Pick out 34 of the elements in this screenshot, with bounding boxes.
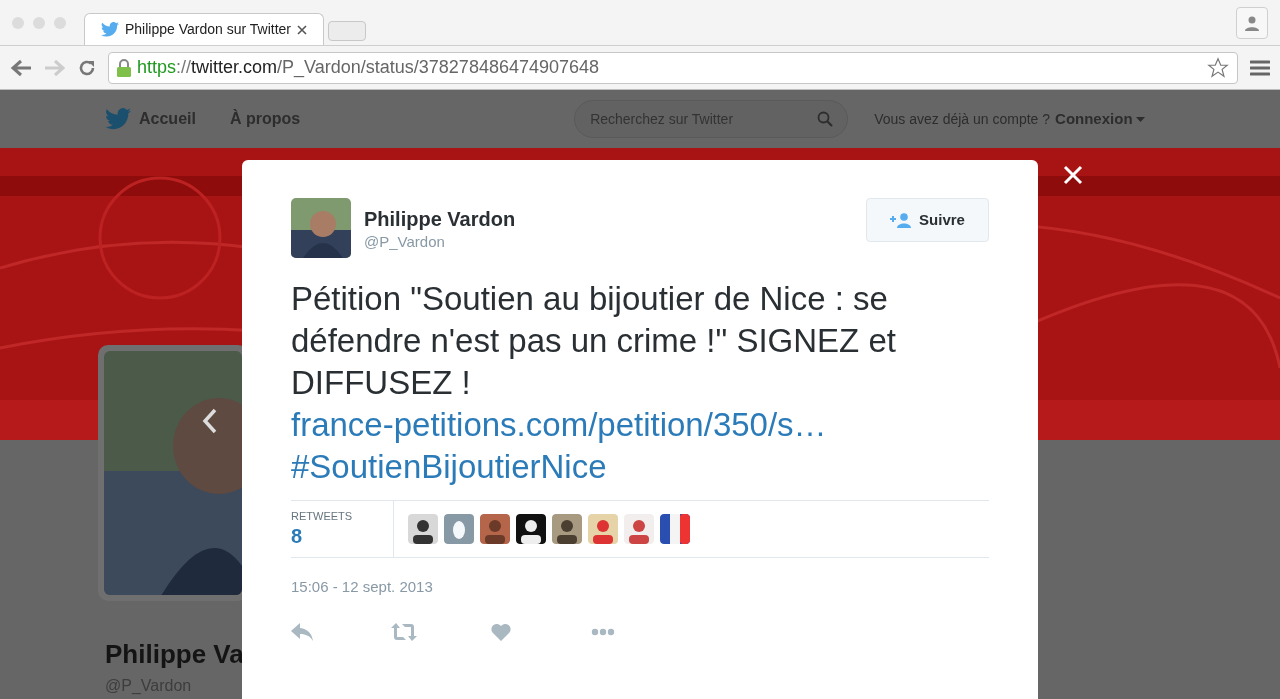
- address-bar[interactable]: https://twitter.com/P_Vardon/status/378278486474907648: [108, 51, 1238, 84]
- retweet-icon[interactable]: [391, 622, 417, 641]
- retweets-count[interactable]: 8: [291, 523, 393, 549]
- profile-button[interactable]: [1236, 6, 1268, 39]
- browser-tab[interactable]: Philippe Vardon sur Twitter: [84, 13, 324, 45]
- retweets-label: RETWEETS: [291, 510, 354, 523]
- tweet-timestamp: 15:06 - 12 sept. 2013: [291, 577, 434, 597]
- url-text: https://twitter.com/P_Vardon/status/378278486474907648: [137, 56, 600, 80]
- nav-link[interactable]: Accueil: [105, 107, 196, 131]
- login-button[interactable]: Connexion: [1055, 107, 1145, 131]
- account-prompt: Vous avez déjà un compte ?: [874, 109, 1051, 129]
- lock-icon: [117, 58, 131, 77]
- back-icon[interactable]: [10, 58, 32, 77]
- window-minimize-control[interactable]: [33, 16, 45, 29]
- hashtag-link[interactable]: #SoutienBijoutierNice: [291, 448, 607, 485]
- search-icon[interactable]: [817, 111, 834, 127]
- new-tab-button[interactable]: [328, 21, 366, 41]
- tab-title: Philippe Vardon sur Twitter: [125, 20, 291, 39]
- person-icon: [1244, 14, 1260, 31]
- close-icon[interactable]: [297, 24, 307, 35]
- star-icon[interactable]: [1207, 56, 1229, 79]
- reload-icon[interactable]: [78, 58, 96, 77]
- heart-icon[interactable]: [491, 622, 511, 641]
- more-icon[interactable]: [591, 627, 615, 636]
- window-close-control[interactable]: [12, 16, 24, 29]
- bird-icon: [101, 22, 119, 37]
- reply-icon[interactable]: [291, 622, 313, 641]
- window-zoom-control[interactable]: [54, 16, 66, 29]
- menu-icon[interactable]: [1250, 59, 1270, 76]
- bird-icon: [105, 108, 131, 130]
- nav-link[interactable]: À propos: [229, 107, 301, 131]
- caret-icon: [1135, 116, 1145, 122]
- profile-name: Philippe Va: [105, 638, 245, 671]
- forward-icon[interactable]: [44, 58, 66, 77]
